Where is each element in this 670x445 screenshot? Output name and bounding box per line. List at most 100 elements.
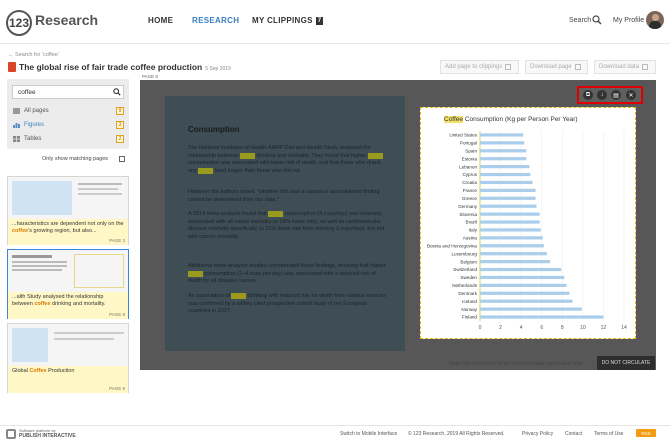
x-tick-label: 4 bbox=[520, 325, 523, 331]
profile-link[interactable]: My Profile bbox=[613, 17, 644, 24]
filter-figures-label: Figures bbox=[24, 122, 45, 128]
close-icon[interactable]: ✕ bbox=[626, 90, 636, 100]
back-arrow-icon: ← bbox=[8, 52, 16, 58]
category-label: Denmark bbox=[458, 291, 477, 296]
category-label: Bosnia and Herzegovina bbox=[427, 243, 477, 248]
category-label: United States bbox=[449, 133, 477, 138]
copyright-text: © 123 Research, 2019 All Rights Reserved… bbox=[408, 431, 505, 437]
category-label: Belgium bbox=[460, 259, 477, 264]
category-label: Spain bbox=[465, 148, 477, 153]
search-within-input[interactable] bbox=[12, 85, 124, 99]
category-label: Austria bbox=[463, 236, 478, 241]
filter-figures[interactable]: Figures bbox=[13, 122, 44, 128]
filter-all-pages-label: All pages bbox=[24, 108, 49, 114]
keyword-highlight: coffee bbox=[198, 167, 214, 174]
logo-text[interactable]: Research bbox=[35, 12, 98, 28]
category-label: Finland bbox=[462, 315, 478, 320]
keyword-highlight: coffee bbox=[367, 152, 383, 159]
data-icon bbox=[642, 64, 649, 70]
x-tick-label: 2 bbox=[499, 325, 502, 331]
bar bbox=[480, 172, 531, 177]
only-matching-label: Only show matching pages bbox=[42, 156, 109, 162]
demo-note: Note this document is for demonstration … bbox=[449, 361, 584, 367]
download-data-label: Download data bbox=[599, 64, 640, 70]
filter-tables[interactable]: Tables bbox=[13, 136, 41, 142]
bar bbox=[480, 275, 565, 280]
bar bbox=[480, 260, 550, 264]
page-paragraph: An association of coffee drinking with r… bbox=[188, 293, 386, 314]
back-to-search-link[interactable]: ← Search for 'coffee' bbox=[8, 52, 59, 58]
thumbnail-image bbox=[8, 250, 128, 292]
thumbnail-image bbox=[8, 177, 128, 219]
search-link[interactable]: Search bbox=[569, 17, 591, 24]
keyword-highlight: coffee bbox=[268, 211, 283, 217]
keyword-highlight: coffee bbox=[231, 293, 247, 299]
document-title: The global rise of fair trade coffee pro… bbox=[19, 62, 231, 72]
bar bbox=[480, 188, 536, 192]
page-heading: Consumption bbox=[188, 125, 240, 134]
document-date: 5 Sep 2019 bbox=[205, 66, 231, 72]
category-label: Lebanon bbox=[459, 164, 477, 169]
logo-number: 123 bbox=[8, 16, 30, 30]
bar bbox=[480, 141, 525, 145]
category-label: Norway bbox=[461, 307, 477, 312]
copy-figure-icon[interactable]: ⧉ bbox=[583, 90, 593, 100]
logo-mark[interactable]: 123 bbox=[6, 10, 32, 36]
bar bbox=[480, 291, 570, 295]
terms-link[interactable]: Terms of Use bbox=[594, 431, 623, 437]
page-paragraph: Additional meta-analysis studies corrobo… bbox=[188, 263, 386, 284]
pages-icon bbox=[13, 108, 20, 114]
nav-my-clippings[interactable]: MY CLIPPINGS 7 bbox=[252, 16, 324, 25]
rss-icon[interactable]: RSS bbox=[636, 429, 656, 437]
category-label: Croatia bbox=[462, 180, 477, 185]
add-to-clippings-button[interactable]: Add page to clippings bbox=[440, 60, 519, 74]
search-icon[interactable] bbox=[592, 15, 602, 25]
category-label: Portugal bbox=[460, 141, 477, 146]
category-label: Germany bbox=[458, 204, 478, 209]
not-circulate-badge: DO NOT CIRCULATE bbox=[597, 356, 655, 370]
privacy-policy-link[interactable]: Privacy Policy bbox=[522, 431, 553, 437]
publisher-name[interactable]: PUBLISH INTERACTIVE bbox=[19, 433, 76, 439]
only-matching-checkbox[interactable] bbox=[119, 156, 125, 162]
bar bbox=[480, 267, 562, 272]
download-page-label: Download page bbox=[530, 64, 572, 70]
page-thumbnail[interactable]: ...haracteristics are dependent not only… bbox=[7, 176, 129, 245]
page-paragraph: However the authors noted, "whether this… bbox=[188, 189, 380, 203]
keyword-highlight: coffee bbox=[239, 152, 255, 159]
nav-research[interactable]: RESEARCH bbox=[192, 16, 239, 25]
filter-all-pages[interactable]: All pages bbox=[13, 108, 49, 114]
contact-link[interactable]: Contact bbox=[565, 431, 582, 437]
figures-icon bbox=[13, 123, 20, 128]
avatar[interactable] bbox=[646, 11, 664, 29]
back-link-label: Search for 'coffee' bbox=[15, 52, 59, 58]
category-label: Estonia bbox=[462, 156, 478, 161]
save-figure-icon[interactable]: ▤ bbox=[611, 90, 621, 100]
bar bbox=[480, 165, 530, 169]
mobile-interface-link[interactable]: Switch to Mobile Interface bbox=[340, 431, 397, 437]
page-thumbnail[interactable]: ...alth Study analysed the relationship … bbox=[7, 249, 129, 319]
clipboard-icon bbox=[505, 64, 512, 70]
category-label: Switzerland bbox=[453, 267, 477, 272]
x-tick-label: 10 bbox=[580, 325, 586, 331]
keyword-highlight: coffee bbox=[188, 270, 203, 277]
bar bbox=[480, 315, 604, 319]
thumbnail-page-number: PAGE 8 bbox=[109, 312, 125, 317]
download-page-button[interactable]: Download page bbox=[525, 60, 588, 74]
page-label: PAGE 8 bbox=[142, 74, 158, 79]
bar bbox=[480, 283, 567, 287]
search-icon[interactable] bbox=[113, 88, 121, 96]
tables-icon bbox=[13, 136, 20, 142]
footer-platform: Software platform by PUBLISH INTERACTIVE bbox=[19, 428, 76, 439]
add-to-clippings-label: Add page to clippings bbox=[445, 64, 503, 70]
bar bbox=[480, 133, 524, 137]
count-badge: 2 bbox=[116, 135, 124, 143]
download-figure-icon[interactable]: ↓ bbox=[597, 90, 607, 100]
thumbnail-image bbox=[8, 324, 128, 366]
bar bbox=[480, 299, 573, 303]
bar bbox=[480, 157, 527, 161]
page-thumbnail[interactable]: Global Coffee Production PAGE 9 bbox=[7, 323, 129, 393]
x-tick-label: 0 bbox=[479, 325, 482, 331]
download-data-button[interactable]: Download data bbox=[594, 60, 656, 74]
nav-home[interactable]: HOME bbox=[148, 16, 173, 25]
publisher-logo-icon bbox=[6, 429, 16, 439]
